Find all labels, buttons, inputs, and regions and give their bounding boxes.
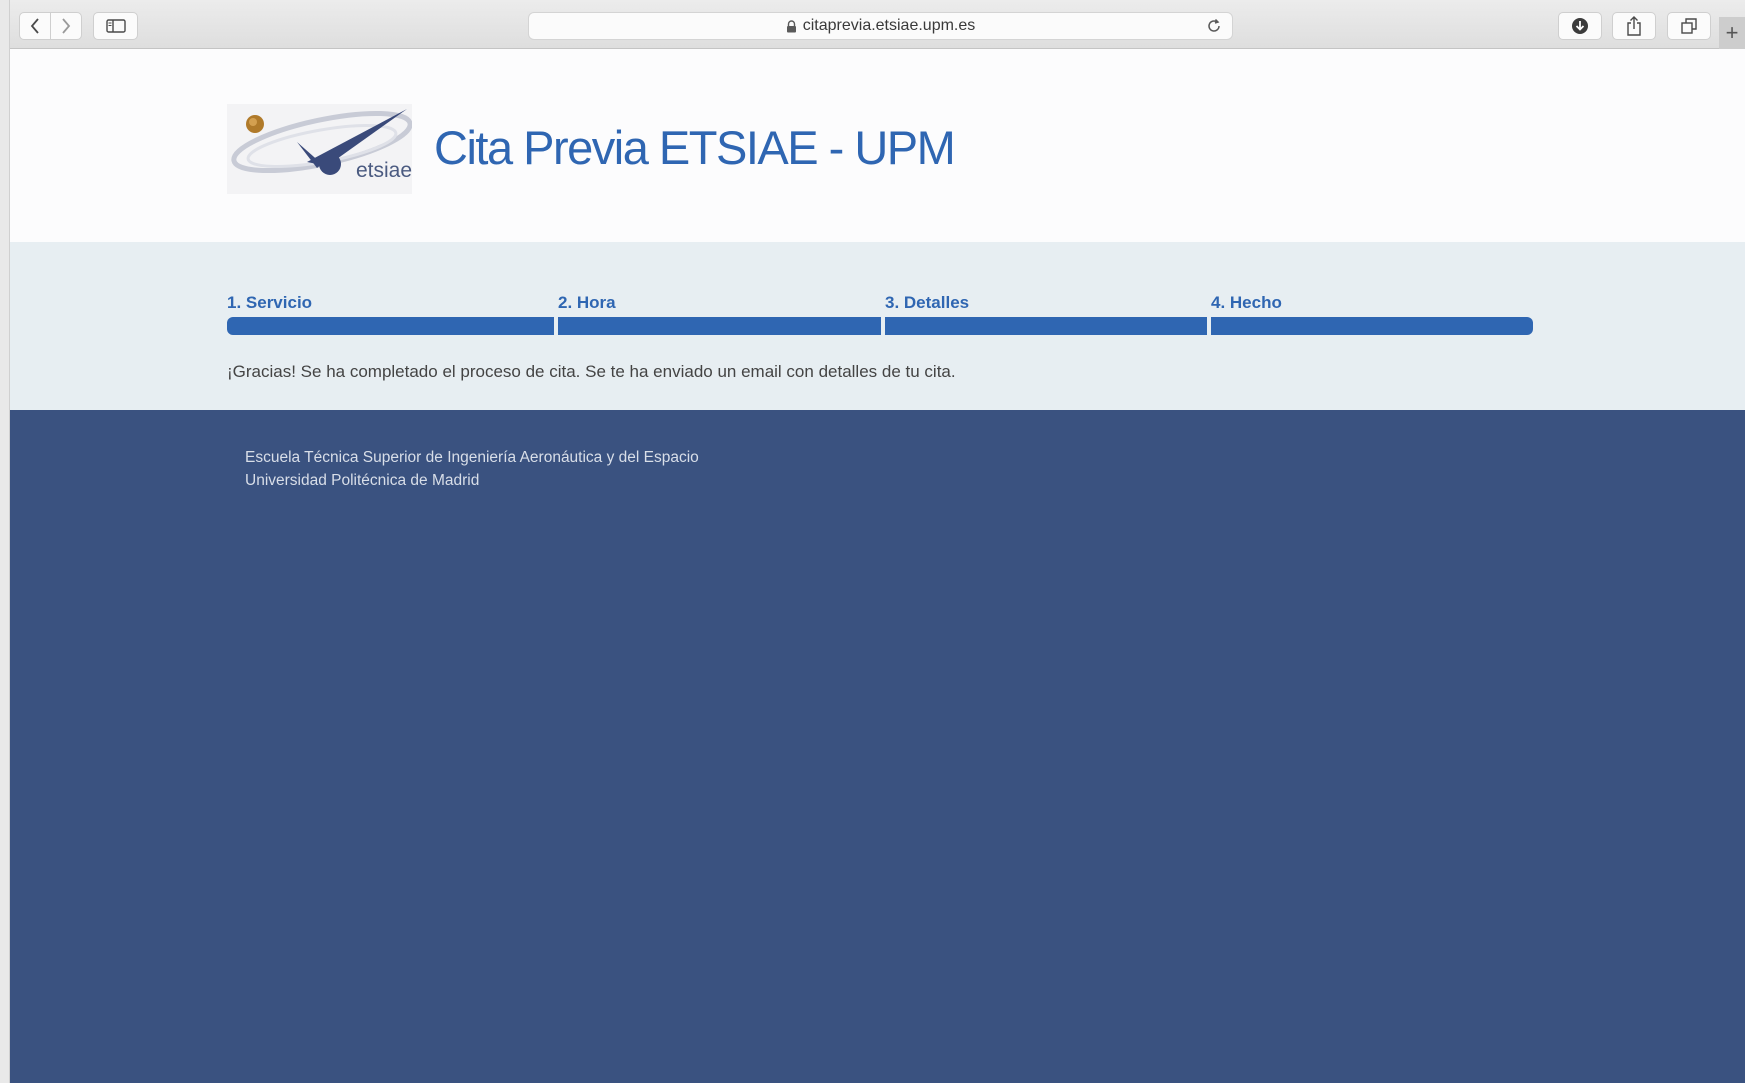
step-progress-hora bbox=[558, 317, 881, 335]
step-progress-servicio bbox=[227, 317, 554, 335]
downloads-button[interactable] bbox=[1558, 12, 1602, 40]
tabs-overview-button[interactable] bbox=[1667, 12, 1711, 40]
footer-university-name: Universidad Politécnica de Madrid bbox=[245, 472, 480, 489]
page-title: Cita Previa ETSIAE - UPM bbox=[434, 121, 956, 174]
download-icon bbox=[1572, 18, 1588, 34]
confirmation-message: ¡Gracias! Se ha completado el proceso de… bbox=[227, 362, 956, 381]
lock-icon bbox=[786, 19, 797, 33]
step-hecho: 4. Hecho bbox=[1211, 293, 1282, 313]
etsiae-logo[interactable]: etsiae bbox=[227, 104, 413, 194]
forward-button[interactable] bbox=[50, 13, 81, 39]
booking-steps: 1. Servicio 2. Hora 3. Detalles 4. Hecho… bbox=[10, 242, 1745, 410]
address-bar[interactable]: citaprevia.etsiae.upm.es bbox=[528, 12, 1233, 40]
window-edge bbox=[0, 0, 10, 1083]
nav-buttons bbox=[19, 12, 82, 40]
back-icon bbox=[31, 18, 39, 34]
url-text: citaprevia.etsiae.upm.es bbox=[802, 17, 976, 34]
tabs-icon bbox=[1681, 18, 1697, 34]
share-button[interactable] bbox=[1612, 12, 1656, 40]
share-icon bbox=[1627, 16, 1641, 36]
sidebar-icon bbox=[105, 19, 126, 33]
step-label: 4. Hecho bbox=[1211, 293, 1282, 312]
footer-school-name: Escuela Técnica Superior de Ingeniería A… bbox=[245, 449, 699, 466]
page-content: etsiae Cita Previa ETSIAE - UPM 1. Servi… bbox=[10, 49, 1745, 1083]
step-label: 2. Hora bbox=[558, 293, 616, 312]
step-detalles: 3. Detalles bbox=[885, 293, 969, 313]
step-label: 1. Servicio bbox=[227, 293, 313, 312]
step-label: 3. Detalles bbox=[885, 293, 970, 312]
site-footer: Escuela Técnica Superior de Ingeniería A… bbox=[10, 410, 1745, 1083]
back-button[interactable] bbox=[20, 13, 50, 39]
browser-window: citaprevia.etsiae.upm.es + etsiae Cita P… bbox=[10, 0, 1745, 1083]
browser-toolbar: citaprevia.etsiae.upm.es + bbox=[10, 0, 1745, 49]
step-progress-detalles bbox=[885, 317, 1207, 335]
step-servicio: 1. Servicio bbox=[227, 293, 312, 313]
step-progress-hecho bbox=[1211, 317, 1533, 335]
new-tab-icon[interactable]: + bbox=[1719, 17, 1745, 49]
site-header: etsiae Cita Previa ETSIAE - UPM bbox=[10, 49, 1745, 242]
forward-icon bbox=[62, 18, 71, 34]
svg-text:etsiae: etsiae bbox=[356, 159, 412, 182]
sidebar-button[interactable] bbox=[93, 12, 138, 40]
reload-icon[interactable] bbox=[1206, 18, 1222, 39]
step-hora: 2. Hora bbox=[558, 293, 616, 313]
